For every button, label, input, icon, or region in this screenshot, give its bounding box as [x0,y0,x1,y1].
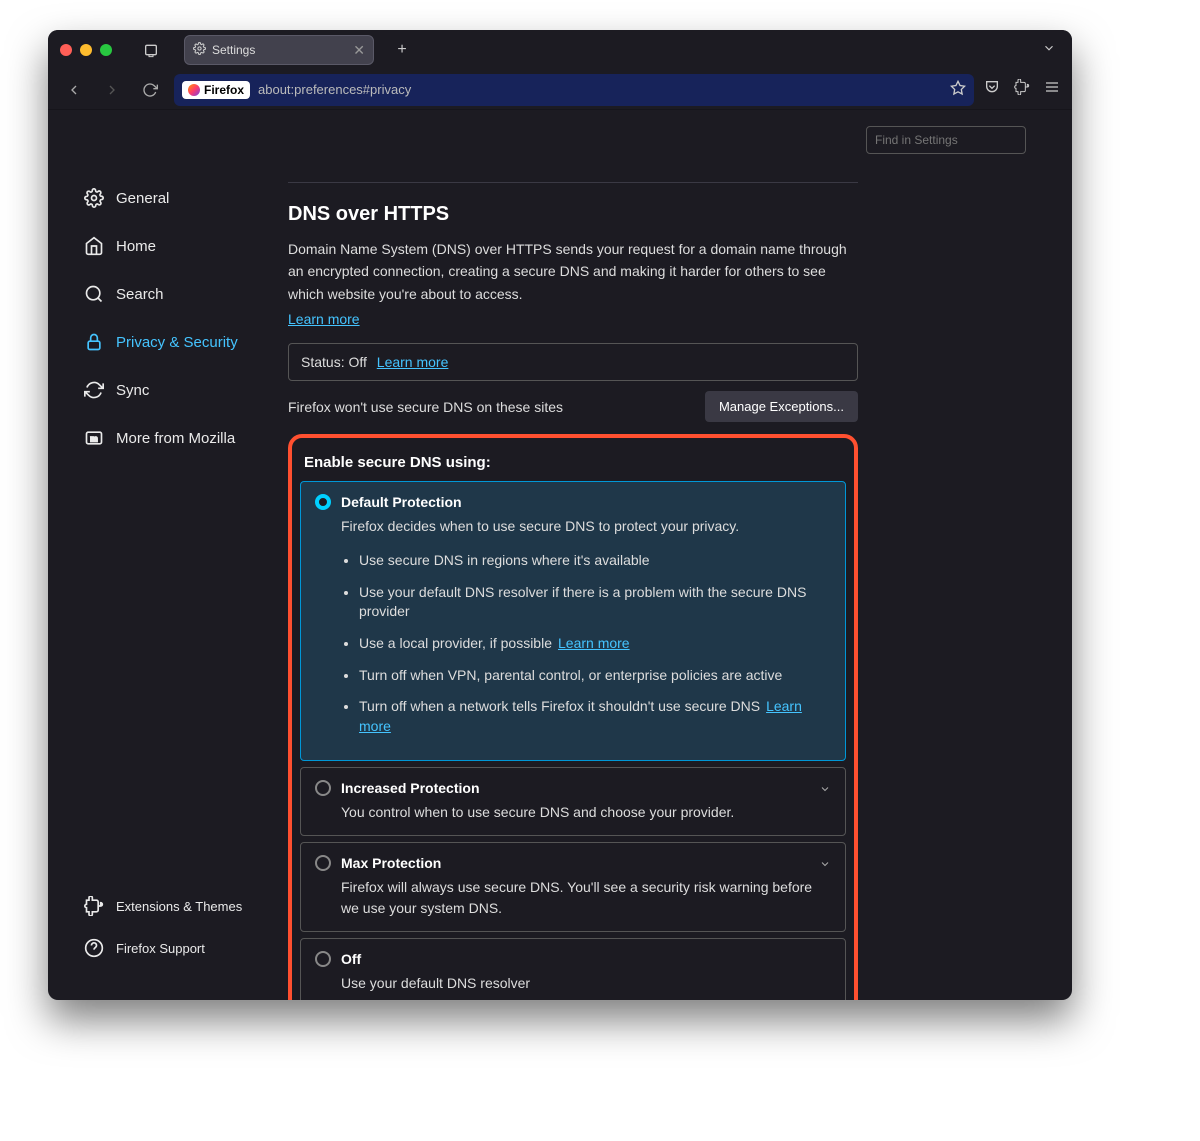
sidebar-label: More from Mozilla [116,430,235,447]
window-controls [60,44,112,56]
svg-text:m: m [90,433,97,443]
pocket-icon[interactable] [984,79,1000,100]
option-title: Off [341,951,361,967]
radio-icon[interactable] [315,855,331,871]
firefox-logo-icon [188,84,200,96]
sidebar-label: Home [116,238,156,255]
chevron-down-icon[interactable] [819,782,831,800]
close-window-button[interactable] [60,44,72,56]
dns-status-text: Status: Off [301,354,367,370]
settings-main: DNS over HTTPS Domain Name System (DNS) … [288,110,1072,1000]
tabs-dropdown-icon[interactable] [1038,37,1060,64]
dns-options-highlighted-box: Enable secure DNS using: Default Protect… [288,434,858,1000]
tab-overview-icon[interactable] [138,37,164,63]
option-subtitle: You control when to use secure DNS and c… [341,802,831,823]
back-button[interactable] [60,76,88,104]
learn-more-link[interactable]: Learn more [288,311,360,327]
section-heading: DNS over HTTPS [288,203,858,226]
chevron-down-icon[interactable] [819,857,831,875]
toolbar-right-icons [984,79,1060,100]
titlebar: Settings ✕ + [48,30,1072,70]
sidebar-item-extensions-themes[interactable]: Extensions & Themes [76,888,288,924]
section-description: Domain Name System (DNS) over HTTPS send… [288,238,858,305]
radio-icon[interactable] [315,951,331,967]
bullet-text: Use a local provider, if possible [359,635,552,651]
dns-option-max[interactable]: Max Protection Firefox will always use s… [300,842,846,932]
option-title: Increased Protection [341,780,480,796]
sidebar-item-search[interactable]: Search [76,276,288,312]
dns-option-increased[interactable]: Increased Protection You control when to… [300,767,846,836]
browser-tab[interactable]: Settings ✕ [184,35,374,65]
close-tab-icon[interactable]: ✕ [353,42,365,59]
forward-button[interactable] [98,76,126,104]
sidebar-item-home[interactable]: Home [76,228,288,264]
section-divider [288,182,858,183]
manage-exceptions-button[interactable]: Manage Exceptions... [705,391,858,422]
bullet-item: Use your default DNS resolver if there i… [359,583,831,622]
sidebar-label: Search [116,286,164,303]
radio-selected-icon[interactable] [315,494,331,510]
radio-icon[interactable] [315,780,331,796]
extensions-icon[interactable] [1014,79,1030,100]
bookmark-icon[interactable] [950,80,966,99]
maximize-window-button[interactable] [100,44,112,56]
address-bar[interactable]: Firefox about:preferences#privacy [174,74,974,106]
sidebar-label: Sync [116,382,149,399]
sidebar-label: Extensions & Themes [116,899,242,914]
url-text: about:preferences#privacy [258,82,411,97]
tab-title: Settings [212,43,255,57]
toolbar: Firefox about:preferences#privacy [48,70,1072,110]
option-bullets: Use secure DNS in regions where it's ava… [359,551,831,736]
status-learn-more-link[interactable]: Learn more [377,354,449,370]
reload-button[interactable] [136,76,164,104]
new-tab-button[interactable]: + [388,36,416,64]
browser-name: Firefox [204,83,244,97]
sidebar-item-general[interactable]: General [76,180,288,216]
bullet-learn-more-link[interactable]: Learn more [558,635,630,651]
dns-option-default[interactable]: Default Protection Firefox decides when … [300,481,846,761]
option-subtitle: Firefox decides when to use secure DNS t… [341,516,831,537]
minimize-window-button[interactable] [80,44,92,56]
bullet-item: Use a local provider, if possible Learn m… [359,634,831,654]
sidebar-footer: Extensions & Themes Firefox Support [76,888,288,972]
dns-status-box: Status: Off Learn more [288,343,858,381]
browser-window: Settings ✕ + Firefox about:preferences#p… [48,30,1072,1000]
bullet-item: Turn off when VPN, parental control, or … [359,666,831,686]
firefox-badge: Firefox [182,81,250,99]
exceptions-text: Firefox won't use secure DNS on these si… [288,399,563,415]
settings-sidebar: General Home Search Privacy & Security S… [48,110,288,1000]
bullet-item: Use secure DNS in regions where it's ava… [359,551,831,571]
option-title: Default Protection [341,494,462,510]
sidebar-item-firefox-support[interactable]: Firefox Support [76,930,288,966]
gear-icon [193,42,206,58]
sidebar-item-more-mozilla[interactable]: m More from Mozilla [76,420,288,456]
dns-option-off[interactable]: Off Use your default DNS resolver [300,938,846,1000]
sidebar-item-sync[interactable]: Sync [76,372,288,408]
option-title: Max Protection [341,855,441,871]
dns-exceptions-row: Firefox won't use secure DNS on these si… [288,391,858,422]
option-subtitle: Firefox will always use secure DNS. You'… [341,877,831,919]
settings-search-input[interactable] [866,126,1026,154]
enable-dns-heading: Enable secure DNS using: [304,454,846,471]
sidebar-label: Firefox Support [116,941,205,956]
content-area: General Home Search Privacy & Security S… [48,110,1072,1000]
menu-icon[interactable] [1044,79,1060,100]
sidebar-item-privacy-security[interactable]: Privacy & Security [76,324,288,360]
sidebar-label: General [116,190,169,207]
bullet-text: Turn off when a network tells Firefox it… [359,698,760,714]
bullet-item: Turn off when a network tells Firefox it… [359,697,831,736]
sidebar-label: Privacy & Security [116,334,238,351]
option-subtitle: Use your default DNS resolver [341,973,831,994]
